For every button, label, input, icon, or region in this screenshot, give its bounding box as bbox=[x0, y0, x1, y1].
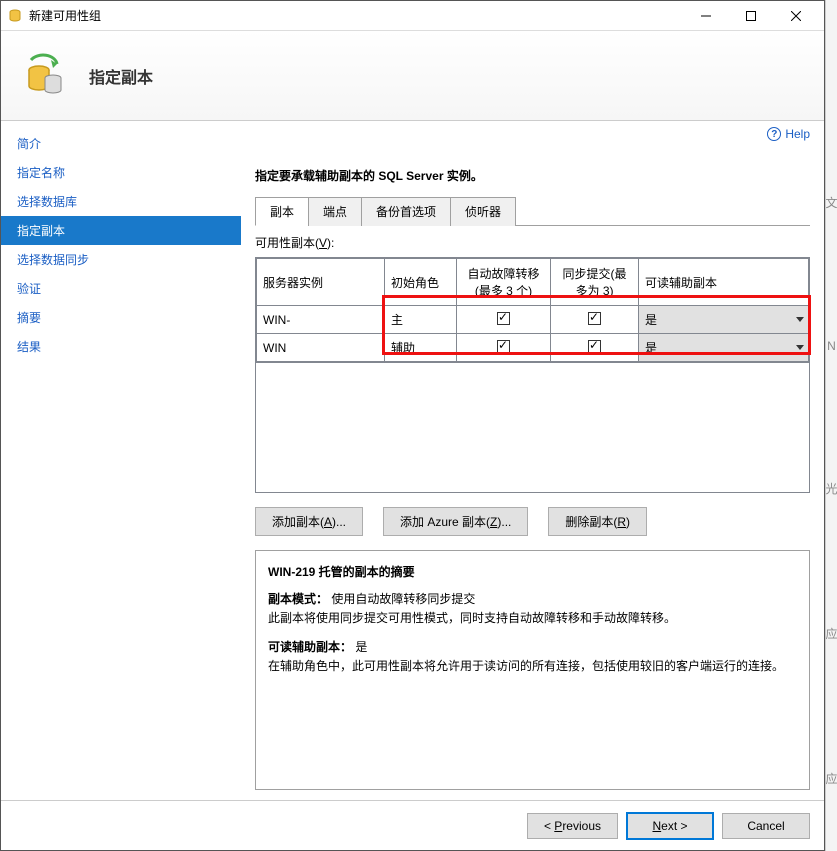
table-empty-space bbox=[255, 363, 810, 493]
col-readable[interactable]: 可读辅助副本 bbox=[639, 259, 809, 306]
wizard-sidebar: 简介 指定名称 选择数据库 指定副本 选择数据同步 验证 摘要 结果 bbox=[1, 121, 241, 800]
sync-commit-cell[interactable] bbox=[551, 306, 639, 334]
replica-summary-box: WIN-219 托管的副本的摘要 副本模式： 使用自动故障转移同步提交 此副本将… bbox=[255, 550, 810, 790]
previous-button[interactable]: < Previous bbox=[527, 813, 618, 839]
readable-cell[interactable]: 是 bbox=[639, 334, 809, 362]
replica-table-container: 服务器实例 初始角色 自动故障转移(最多 3 个) 同步提交(最多为 3) 可读… bbox=[255, 257, 810, 363]
table-row: WIN- 主 是 bbox=[257, 306, 809, 334]
wizard-footer: < Previous Next > Cancel bbox=[1, 800, 824, 850]
checkbox-icon bbox=[497, 340, 510, 353]
sync-commit-cell[interactable] bbox=[551, 334, 639, 362]
minimize-button[interactable] bbox=[683, 2, 728, 30]
cancel-button[interactable]: Cancel bbox=[722, 813, 810, 839]
summary-readable-value: 是 bbox=[355, 640, 367, 654]
tab-backup-prefs[interactable]: 备份首选项 bbox=[361, 197, 451, 226]
readable-cell[interactable]: 是 bbox=[639, 306, 809, 334]
server-cell[interactable]: WIN- bbox=[257, 306, 385, 334]
auto-failover-cell[interactable] bbox=[457, 334, 551, 362]
summary-title: WIN-219 托管的副本的摘要 bbox=[268, 563, 797, 580]
page-title: 指定副本 bbox=[89, 64, 153, 88]
summary-mode-value: 使用自动故障转移同步提交 bbox=[331, 592, 475, 606]
add-replica-button[interactable]: 添加副本(A)... bbox=[255, 507, 363, 536]
titlebar: 新建可用性组 bbox=[1, 1, 824, 31]
checkbox-icon bbox=[588, 340, 601, 353]
sidebar-item-select-db[interactable]: 选择数据库 bbox=[1, 187, 241, 216]
sidebar-item-intro[interactable]: 简介 bbox=[1, 129, 241, 158]
replica-section-label: 可用性副本(V): bbox=[255, 234, 810, 251]
sidebar-item-name[interactable]: 指定名称 bbox=[1, 158, 241, 187]
chevron-down-icon bbox=[796, 345, 804, 351]
role-cell: 主 bbox=[385, 306, 457, 334]
chevron-down-icon bbox=[796, 317, 804, 323]
main-content: ? Help 指定要承载辅助副本的 SQL Server 实例。 副本 端点 备… bbox=[241, 121, 824, 800]
checkbox-icon bbox=[497, 312, 510, 325]
replica-table: 服务器实例 初始角色 自动故障转移(最多 3 个) 同步提交(最多为 3) 可读… bbox=[256, 258, 809, 362]
wizard-window: 新建可用性组 指定副本 简介 指定名称 选择数据库 指定副本 选择数据同步 验证… bbox=[0, 0, 825, 851]
maximize-button[interactable] bbox=[728, 2, 773, 30]
server-cell[interactable]: WIN bbox=[257, 334, 385, 362]
summary-readable-label: 可读辅助副本： bbox=[268, 640, 352, 654]
background-strip: 文N光应应 bbox=[825, 0, 837, 851]
col-sync-commit[interactable]: 同步提交(最多为 3) bbox=[551, 259, 639, 306]
next-button[interactable]: Next > bbox=[626, 812, 714, 840]
db-icon bbox=[7, 8, 23, 24]
sidebar-item-summary[interactable]: 摘要 bbox=[1, 303, 241, 332]
tab-strip: 副本 端点 备份首选项 侦听器 bbox=[255, 196, 810, 226]
remove-replica-button[interactable]: 删除副本(R) bbox=[548, 507, 647, 536]
tab-endpoints[interactable]: 端点 bbox=[308, 197, 362, 226]
auto-failover-cell[interactable] bbox=[457, 306, 551, 334]
db-refresh-icon bbox=[21, 52, 69, 100]
add-azure-replica-button[interactable]: 添加 Azure 副本(Z)... bbox=[383, 507, 528, 536]
sidebar-item-data-sync[interactable]: 选择数据同步 bbox=[1, 245, 241, 274]
help-link[interactable]: ? Help bbox=[767, 127, 810, 141]
role-cell: 辅助 bbox=[385, 334, 457, 362]
tab-listener[interactable]: 侦听器 bbox=[450, 197, 516, 226]
col-auto-failover[interactable]: 自动故障转移(最多 3 个) bbox=[457, 259, 551, 306]
summary-mode-label: 副本模式： bbox=[268, 592, 328, 606]
table-row: WIN 辅助 是 bbox=[257, 334, 809, 362]
sidebar-item-results[interactable]: 结果 bbox=[1, 332, 241, 361]
tab-replicas[interactable]: 副本 bbox=[255, 197, 309, 226]
sidebar-item-specify-replicas[interactable]: 指定副本 bbox=[1, 216, 241, 245]
window-title: 新建可用性组 bbox=[29, 7, 683, 24]
wizard-header: 指定副本 bbox=[1, 31, 824, 121]
instruction-text: 指定要承载辅助副本的 SQL Server 实例。 bbox=[255, 167, 810, 184]
close-button[interactable] bbox=[773, 2, 818, 30]
checkbox-icon bbox=[588, 312, 601, 325]
col-role[interactable]: 初始角色 bbox=[385, 259, 457, 306]
summary-readable-desc: 在辅助角色中，此可用性副本将允许用于读访问的所有连接，包括使用较旧的客户端运行的… bbox=[268, 657, 797, 674]
help-icon: ? bbox=[767, 127, 781, 141]
sidebar-item-validate[interactable]: 验证 bbox=[1, 274, 241, 303]
col-server[interactable]: 服务器实例 bbox=[257, 259, 385, 306]
summary-mode-desc: 此副本将使用同步提交可用性模式，同时支持自动故障转移和手动故障转移。 bbox=[268, 609, 797, 626]
